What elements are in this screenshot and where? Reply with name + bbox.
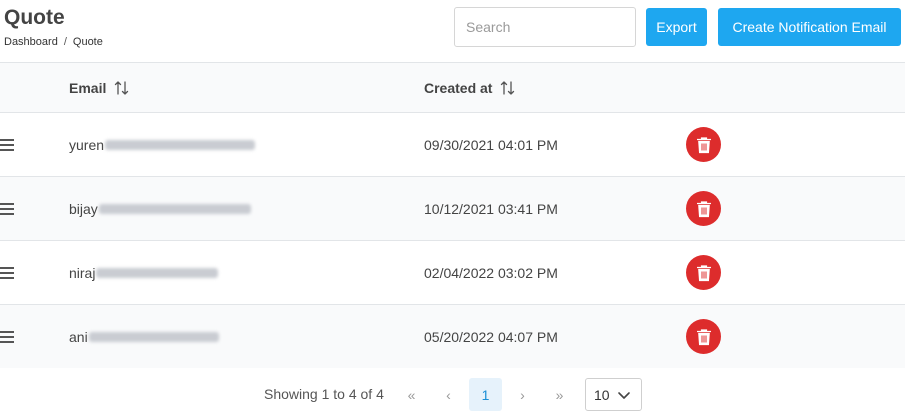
email-text: yuren [69,137,105,153]
table-row: yuren 09/30/2021 04:01 PM [0,113,905,177]
created-at-cell: 09/30/2021 04:01 PM [424,137,558,153]
page-title: Quote [4,6,65,29]
create-notification-email-button[interactable]: Create Notification Email [718,8,901,46]
last-page-button[interactable]: » [543,378,576,411]
email-cell: ani [69,329,219,345]
breadcrumb: Dashboard / Quote [4,36,103,48]
trash-icon [696,136,711,153]
page-size-select[interactable]: 10 [585,378,642,411]
next-page-button[interactable]: › [506,378,539,411]
pagination-summary: Showing 1 to 4 of 4 [264,386,384,402]
sort-icon[interactable] [500,80,516,96]
table-row: ani 05/20/2022 04:07 PM [0,305,905,369]
table-row: bijay 10/12/2021 03:41 PM [0,177,905,241]
column-header-created-at[interactable]: Created at [424,80,516,96]
created-at-cell: 05/20/2022 04:07 PM [424,329,558,345]
chevron-down-icon [617,388,631,405]
top-bar: Quote Dashboard / Quote Export Create Noti… [0,0,905,62]
drag-handle-icon[interactable] [0,331,14,343]
redacted-blur [105,140,256,150]
search-input[interactable] [454,7,636,47]
drag-handle-icon[interactable] [0,139,14,151]
pagination: Showing 1 to 4 of 4 « ‹ 1 › » 10 [0,368,905,418]
drag-handle-icon[interactable] [0,203,14,215]
column-header-email-label: Email [69,80,107,96]
delete-button[interactable] [686,255,721,290]
first-page-button[interactable]: « [395,378,428,411]
breadcrumb-separator: / [63,36,67,48]
quote-table: Email Created at yuren 09/30/2021 04:01 … [0,62,905,369]
delete-button[interactable] [686,127,721,162]
email-cell: niraj [69,265,219,281]
trash-icon [696,328,711,345]
email-text: niraj [69,265,96,281]
sort-icon[interactable] [114,80,130,96]
redacted-blur [98,204,251,214]
email-cell: bijay [69,201,251,217]
email-text: bijay [69,201,98,217]
redacted-blur [96,268,219,278]
email-cell: yuren [69,137,256,153]
column-header-email[interactable]: Email [69,80,130,96]
created-at-cell: 10/12/2021 03:41 PM [424,201,558,217]
column-header-created-label: Created at [424,80,493,96]
email-text: ani [69,329,88,345]
drag-handle-icon[interactable] [0,267,14,279]
export-button[interactable]: Export [646,8,707,46]
prev-page-button[interactable]: ‹ [432,378,465,411]
table-row: niraj 02/04/2022 03:02 PM [0,241,905,305]
redacted-blur [88,332,219,342]
breadcrumb-dashboard-link[interactable]: Dashboard [4,36,58,48]
page-size-value: 10 [594,386,610,403]
delete-button[interactable] [686,191,721,226]
trash-icon [696,264,711,281]
created-at-cell: 02/04/2022 03:02 PM [424,265,558,281]
table-header: Email Created at [0,63,905,113]
delete-button[interactable] [686,319,721,354]
page-1-button[interactable]: 1 [469,378,502,411]
trash-icon [696,200,711,217]
breadcrumb-current: Quote [72,36,103,48]
